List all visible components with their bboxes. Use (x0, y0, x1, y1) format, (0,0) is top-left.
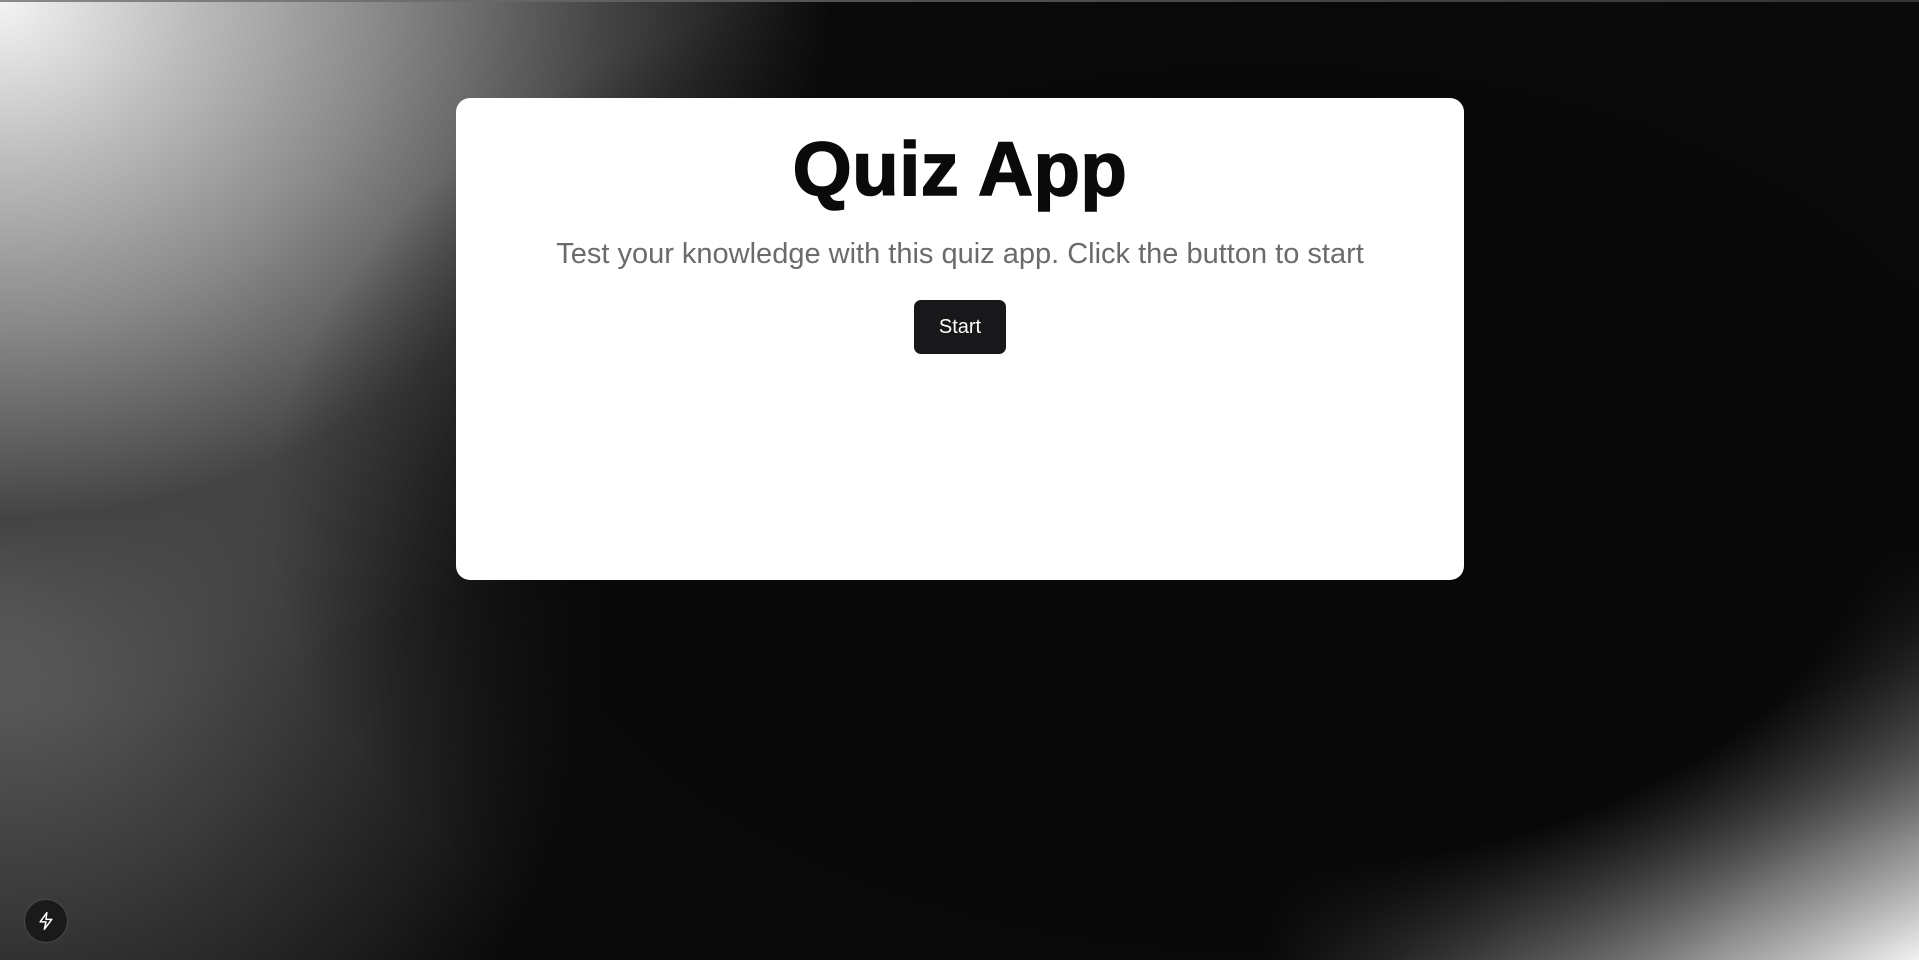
start-button[interactable]: Start (914, 300, 1006, 354)
dev-tools-button[interactable] (24, 899, 68, 943)
page-title: Quiz App (792, 126, 1128, 213)
top-border (0, 0, 1919, 2)
quiz-card: Quiz App Test your knowledge with this q… (456, 98, 1464, 580)
lightning-bolt-icon (36, 911, 56, 931)
description-text: Test your knowledge with this quiz app. … (556, 238, 1364, 270)
